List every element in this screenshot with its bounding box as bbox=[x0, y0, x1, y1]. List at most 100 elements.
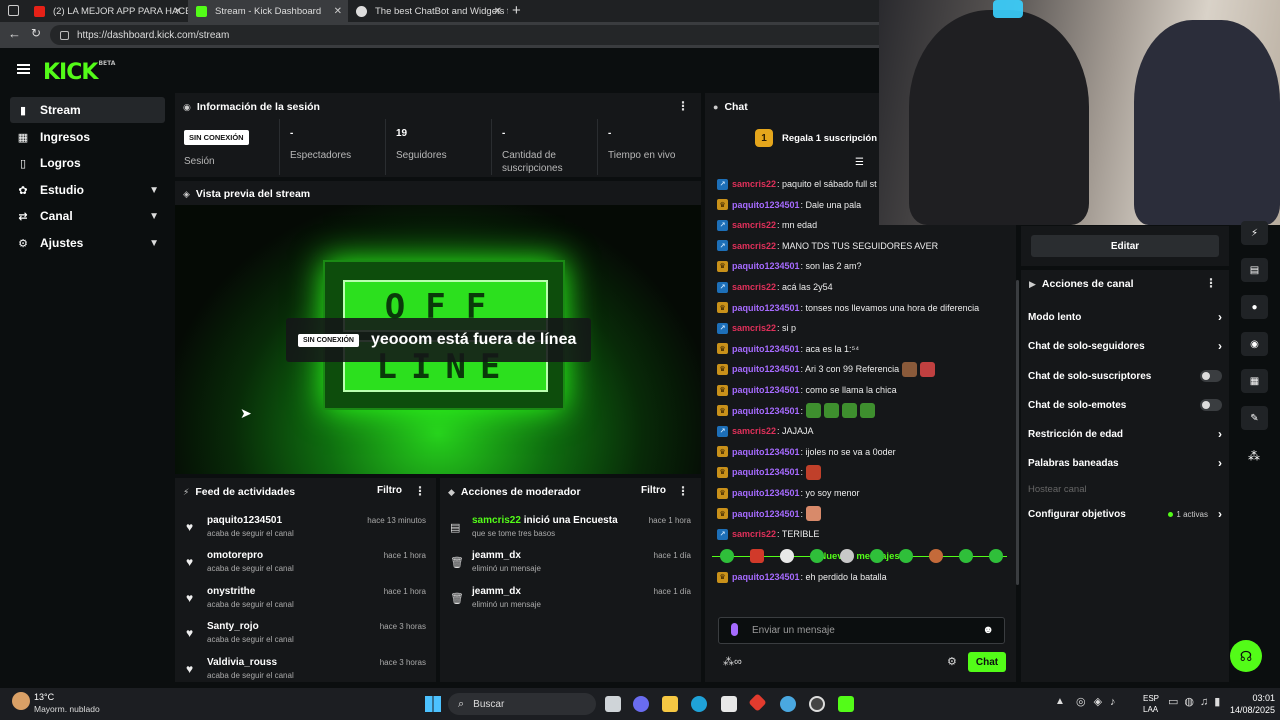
copilot-icon[interactable] bbox=[633, 696, 649, 712]
chat-message[interactable]: ↗ samcris22: acá las 2y54 bbox=[717, 278, 833, 296]
sidebar-item-canal[interactable]: ⇄ Canal ▼ bbox=[10, 203, 165, 229]
rail-apps-icon[interactable]: ⁂ bbox=[1248, 449, 1260, 463]
tray-icons[interactable]: ◎◈♪ bbox=[1076, 695, 1124, 708]
chat-tools-icon[interactable]: ⁂∞ bbox=[723, 655, 742, 668]
edge-icon[interactable] bbox=[691, 696, 707, 712]
chat-message[interactable]: ↗ samcris22: MANO TDS TUS SEGUIDORES AVER bbox=[717, 237, 938, 255]
sidebar-item-ingresos[interactable]: ▦ Ingresos bbox=[10, 124, 165, 150]
collapse-pinned-icon[interactable]: ☰ bbox=[855, 157, 864, 168]
action-slow-mode[interactable]: Modo lento › bbox=[1028, 307, 1224, 327]
chat-username[interactable]: samcris22 bbox=[732, 179, 776, 189]
help-support-button[interactable]: ☊ bbox=[1230, 640, 1262, 672]
chat-username[interactable]: paquito1234501 bbox=[732, 406, 800, 416]
clock-date[interactable]: 14/08/2025 bbox=[1215, 705, 1275, 715]
chat-message[interactable]: ♛ paquito1234501: bbox=[717, 505, 822, 523]
emote-icon[interactable] bbox=[810, 549, 824, 563]
chat-username[interactable]: paquito1234501 bbox=[732, 344, 800, 354]
chat-username[interactable]: paquito1234501 bbox=[732, 447, 800, 457]
chat-settings-icon[interactable]: ⚙ bbox=[947, 655, 957, 668]
chat-message[interactable]: ♛ paquito1234501: yo soy menor bbox=[717, 484, 860, 502]
chat-message[interactable]: ♛ paquito1234501 : eh perdido la batalla bbox=[717, 568, 887, 586]
chat-message[interactable]: ♛ paquito1234501: ijoles no se va a 0oder bbox=[717, 443, 896, 461]
browser-tab-botrix[interactable]: The best ChatBot and Widgets fo ✕ bbox=[348, 0, 508, 22]
windows-start-icon[interactable] bbox=[425, 696, 441, 712]
follower-name[interactable]: onystrithe bbox=[207, 586, 255, 597]
chat-message[interactable]: ♛ paquito1234501: Dale una pala bbox=[717, 196, 861, 214]
emoji-picker-icon[interactable]: ☻ bbox=[982, 624, 994, 636]
chevron-up-icon[interactable]: ▲ bbox=[1055, 696, 1065, 707]
emote-icon[interactable] bbox=[780, 549, 794, 563]
chat-message[interactable]: ↗ samcris22: TERIBLE bbox=[717, 525, 819, 543]
chat-username[interactable]: paquito1234501 bbox=[732, 364, 800, 374]
obs-icon[interactable] bbox=[809, 696, 825, 712]
chat-username[interactable]: samcris22 bbox=[732, 529, 776, 539]
rail-notes-button[interactable]: ▤ bbox=[1241, 258, 1268, 282]
new-tab-icon[interactable]: + bbox=[512, 2, 521, 19]
chat-message[interactable]: ↗ samcris22: JAJAJA bbox=[717, 422, 814, 440]
rail-chat-button[interactable]: ● bbox=[1241, 295, 1268, 319]
emote-icon[interactable] bbox=[870, 549, 884, 563]
action-banned-words[interactable]: Palabras baneadas › bbox=[1028, 453, 1224, 473]
mod-filter-button[interactable]: Filtro bbox=[641, 485, 666, 496]
subscribers-only-toggle[interactable] bbox=[1200, 370, 1222, 382]
task-view-icon[interactable] bbox=[605, 696, 621, 712]
follower-name[interactable]: omotorepro bbox=[207, 550, 263, 561]
app-blue-icon[interactable] bbox=[780, 696, 796, 712]
chat-message[interactable]: ♛ paquito1234501: bbox=[717, 463, 822, 481]
action-followers-only[interactable]: Chat de solo-seguidores › bbox=[1028, 336, 1224, 356]
site-info-icon[interactable] bbox=[60, 30, 69, 40]
mod-user[interactable]: samcris22 bbox=[472, 515, 521, 526]
emote-icon[interactable] bbox=[720, 549, 734, 563]
chat-message[interactable]: ↗ samcris22: paquito el sábado full st bbox=[717, 175, 877, 193]
pinned-gift-banner[interactable]: 1 Regala 1 suscripción pa bbox=[755, 129, 891, 147]
weather-icon[interactable] bbox=[12, 692, 30, 710]
follower-name[interactable]: paquito1234501 bbox=[207, 515, 282, 526]
sidebar-item-logros[interactable]: ▯ Logros bbox=[10, 150, 165, 176]
chat-message[interactable]: ♛ paquito1234501: Ari 3 con 99 Referencia bbox=[717, 360, 936, 378]
sidebar-item-estudio[interactable]: ✿ Estudio ▼ bbox=[10, 177, 165, 203]
more-options-icon[interactable]: ⋮ bbox=[677, 484, 689, 498]
edit-button[interactable]: Editar bbox=[1031, 235, 1219, 257]
app-red-icon[interactable] bbox=[748, 693, 767, 712]
hamburger-menu-icon[interactable] bbox=[17, 64, 30, 74]
emote-icon[interactable] bbox=[899, 549, 913, 563]
rail-bolt-button[interactable]: ⚡ bbox=[1241, 221, 1268, 245]
kick-logo[interactable]: KICKBETA bbox=[43, 60, 115, 85]
chat-username[interactable]: paquito1234501 bbox=[732, 572, 800, 582]
chat-message[interactable]: ♛ paquito1234501: aca es la 1:⁵⁴ bbox=[717, 340, 859, 358]
chat-username[interactable]: samcris22 bbox=[732, 282, 776, 292]
close-tab-icon[interactable]: ✕ bbox=[174, 6, 182, 17]
kick-app-icon[interactable] bbox=[838, 696, 854, 712]
file-explorer-icon[interactable] bbox=[662, 696, 678, 712]
chat-message[interactable]: ♛ paquito1234501: tonses nos llevamos una… bbox=[717, 299, 979, 317]
chat-message[interactable]: ↗ samcris22: si p bbox=[717, 319, 796, 337]
more-options-icon[interactable]: ⋮ bbox=[1205, 276, 1217, 290]
follower-name[interactable]: Santy_rojo bbox=[207, 621, 259, 632]
window-menu-icon[interactable] bbox=[8, 5, 19, 16]
action-emotes-only[interactable]: Chat de solo-emotes bbox=[1028, 395, 1224, 415]
emote-icon[interactable] bbox=[989, 549, 1003, 563]
close-tab-icon[interactable]: ✕ bbox=[334, 6, 342, 17]
more-options-icon[interactable]: ⋮ bbox=[414, 484, 426, 498]
chat-message[interactable]: ↗ samcris22: mn edad bbox=[717, 216, 817, 234]
emote-icon[interactable] bbox=[929, 549, 943, 563]
follower-name[interactable]: Valdivia_rouss bbox=[207, 657, 277, 668]
mod-user[interactable]: jeamm_dx bbox=[472, 586, 521, 597]
rail-broadcast-button[interactable]: ◉ bbox=[1241, 332, 1268, 356]
chat-username[interactable]: paquito1234501 bbox=[732, 303, 800, 313]
chat-username[interactable]: samcris22 bbox=[732, 241, 776, 251]
chat-scrollbar[interactable] bbox=[1016, 280, 1019, 585]
chat-username[interactable]: paquito1234501 bbox=[732, 509, 800, 519]
action-set-goals[interactable]: Configurar objetivos 1 activas › bbox=[1028, 504, 1224, 524]
chat-username[interactable]: samcris22 bbox=[732, 426, 776, 436]
mod-user[interactable]: jeamm_dx bbox=[472, 550, 521, 561]
chat-username[interactable]: paquito1234501 bbox=[732, 467, 800, 477]
url-field[interactable]: https://dashboard.kick.com/stream bbox=[50, 25, 910, 45]
sidebar-item-stream[interactable]: ▮ Stream bbox=[10, 97, 165, 123]
close-tab-icon[interactable]: ✕ bbox=[494, 6, 502, 17]
microphone-icon[interactable] bbox=[731, 623, 738, 636]
sidebar-item-ajustes[interactable]: ⚙ Ajustes ▼ bbox=[10, 230, 165, 256]
reload-icon[interactable]: ↻ bbox=[31, 26, 41, 40]
taskbar-search[interactable]: ⌕ Buscar bbox=[448, 693, 596, 715]
browser-tab-kick[interactable]: Stream - Kick Dashboard ✕ bbox=[188, 0, 348, 22]
